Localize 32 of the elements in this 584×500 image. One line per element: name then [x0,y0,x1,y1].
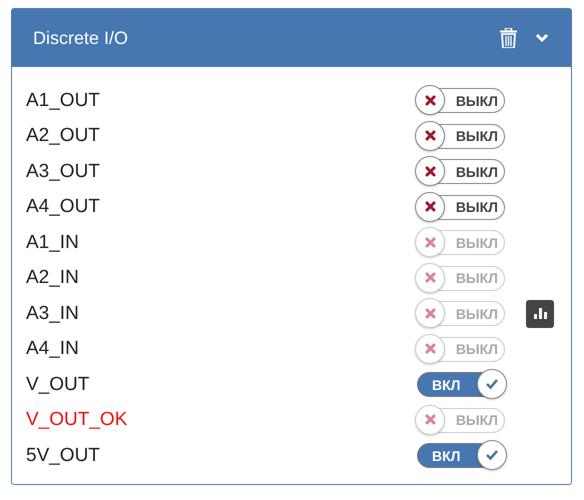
x-icon [424,201,436,212]
x-icon [424,272,436,284]
x-icon [424,343,436,354]
x-icon [424,166,436,177]
toggle-switch[interactable]: ВЫКЛ [417,124,505,149]
toggle-switch[interactable]: ВЫКЛ [417,194,505,220]
signal-label: A4_OUT [26,196,101,218]
x-icon [424,414,436,426]
x-icon [424,308,436,319]
trash-icon[interactable] [500,28,517,48]
bar-chart-icon [534,308,546,320]
signal-label: A2_IN [26,267,80,290]
check-icon [485,449,499,462]
signal-label: V_OUT [26,374,90,396]
chevron-down-icon[interactable] [535,33,549,43]
x-icon [424,94,436,106]
panel-title: Discrete I/O [33,28,130,48]
signal-label: A3_IN [26,302,80,325]
x-icon [424,130,436,142]
signal-label: A4_IN [26,338,80,360]
signal-label: V_OUT_OK [26,409,128,432]
x-icon [424,236,436,248]
signal-label: 5V_OUT [26,444,101,467]
toggle-switch[interactable]: ВЫКЛ [417,159,505,184]
signal-label: A2_OUT [26,125,101,148]
toggle-switch[interactable]: ВКЛ [417,372,505,398]
signal-label: A1_IN [26,232,80,254]
signal-label: A3_OUT [26,160,101,183]
toggle-switch[interactable]: ВКЛ [417,443,505,468]
signal-label: A1_OUT [26,90,101,112]
check-icon [485,378,499,390]
toggle-switch[interactable]: ВЫКЛ [417,88,505,114]
